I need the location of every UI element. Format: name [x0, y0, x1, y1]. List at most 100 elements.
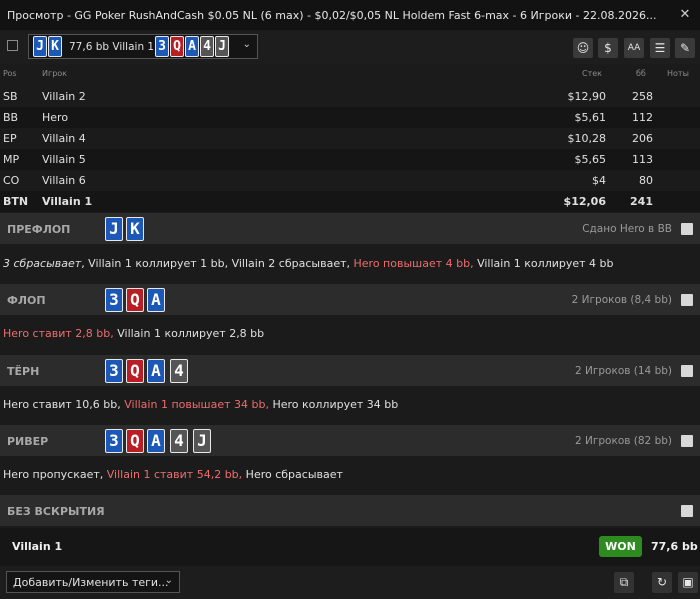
card: J — [105, 217, 123, 241]
street-river: РИВЕР 3 Q A 4 J 2 Игроков (82 bb) — [0, 425, 700, 456]
street-showdown: БЕЗ ВСКРЫТИЯ — [0, 495, 700, 526]
row-player: Villain 5 — [42, 153, 86, 166]
select-hand-checkbox[interactable] — [7, 40, 18, 51]
row-player: Villain 4 — [42, 132, 86, 145]
footer: Добавить/Изменить теги... ⌄ ⧉ ↻ ▣ — [0, 566, 700, 599]
street-turn: ТЁРН 3 Q A 4 2 Игроков (14 bb) — [0, 355, 700, 386]
header-stack: Стек — [582, 69, 602, 78]
title-bar: Просмотр - GG Poker RushAndCash $0.05 NL… — [0, 0, 700, 30]
card: A — [147, 288, 165, 312]
turn-actions: Hero ставит 10,6 bb, Villain 1 повышает … — [3, 398, 399, 411]
board-card-1: 3 — [155, 36, 169, 57]
list-icon[interactable]: ☰ — [650, 38, 670, 58]
row-pos: MP — [3, 153, 20, 166]
dollar-icon[interactable]: $ — [598, 38, 618, 58]
row-bb: 113 — [632, 153, 653, 166]
save-icon[interactable]: ▣ — [678, 572, 698, 593]
street-name: ФЛОП — [7, 294, 46, 307]
header-pos: Pos — [3, 69, 17, 78]
close-icon[interactable]: ✕ — [676, 6, 694, 24]
flop-actions: Hero ставит 2,8 bb, Villain 1 коллирует … — [3, 327, 265, 340]
player-icon[interactable]: ☺ — [573, 38, 593, 58]
preflop-actions: 3 сбрасывает, Villain 1 коллирует 1 bb, … — [3, 257, 614, 270]
board-card-5: J — [215, 36, 229, 57]
header-notes: Ноты — [667, 69, 689, 78]
card: Q — [126, 359, 144, 383]
row-player: Villain 2 — [42, 90, 86, 103]
copy-icon[interactable]: ⧉ — [614, 572, 634, 593]
hole-card-2: K — [48, 36, 62, 57]
card: J — [193, 429, 211, 453]
row-stack: $5,65 — [574, 153, 607, 166]
street-info: 2 Игроков (14 bb) — [575, 365, 672, 377]
row-stack: $4 — [592, 174, 606, 187]
result-row: Villain 1 WON 77,6 bb — [0, 528, 700, 566]
row-player: Hero — [42, 111, 69, 124]
street-preflop: ПРЕФЛОП J K Сдано Hero в BB — [0, 213, 700, 244]
row-stack: $12,90 — [567, 90, 607, 103]
hole-card-1: J — [33, 36, 47, 57]
table-row[interactable]: CO Villain 6 $4 80 — [0, 170, 700, 191]
toolbar: J K 77,6 bb Villain 1 3 Q A 4 J ⌄ ☺ $ AA… — [0, 30, 700, 64]
row-pos: BB — [3, 111, 19, 124]
card: 4 — [170, 359, 188, 383]
pencil-icon[interactable]: ✎ — [675, 38, 695, 58]
tags-select[interactable]: Добавить/Изменить теги... ⌄ — [6, 571, 180, 593]
player-select[interactable]: J K 77,6 bb Villain 1 3 Q A 4 J ⌄ — [28, 34, 258, 59]
table-row[interactable]: MP Villain 5 $5,65 113 — [0, 149, 700, 170]
street-name: ТЁРН — [7, 365, 40, 378]
card: K — [126, 217, 144, 241]
note-icon[interactable] — [681, 294, 693, 306]
row-player: Villain 6 — [42, 174, 86, 187]
street-info: 2 Игроков (82 bb) — [575, 435, 672, 447]
board-card-4: 4 — [200, 36, 214, 57]
row-player: Villain 1 — [42, 195, 93, 208]
river-actions: Hero пропускает, Villain 1 ставит 54,2 b… — [3, 468, 343, 481]
row-stack: $12,06 — [563, 195, 606, 208]
header-bb: бб — [636, 69, 646, 78]
street-flop: ФЛОП 3 Q A 2 Игроков (8,4 bb) — [0, 284, 700, 315]
row-bb: 241 — [630, 195, 653, 208]
note-icon[interactable] — [681, 505, 693, 517]
board-card-3: A — [185, 36, 199, 57]
row-bb: 80 — [639, 174, 653, 187]
player-select-text: 77,6 bb Villain 1 — [69, 41, 155, 53]
card: 3 — [105, 359, 123, 383]
table-row[interactable]: BTN Villain 1 $12,06 241 — [0, 191, 700, 212]
row-bb: 206 — [632, 132, 653, 145]
font-size-icon[interactable]: AA — [624, 38, 644, 58]
header-player: Игрок — [42, 69, 67, 78]
winner-name: Villain 1 — [12, 540, 63, 553]
card: A — [147, 429, 165, 453]
street-info: 2 Игроков (8,4 bb) — [571, 294, 672, 306]
table-row[interactable]: SB Villain 2 $12,90 258 — [0, 86, 700, 107]
board-card-2: Q — [170, 36, 184, 57]
card: 3 — [105, 429, 123, 453]
street-name: БЕЗ ВСКРЫТИЯ — [7, 505, 105, 518]
card: A — [147, 359, 165, 383]
note-icon[interactable] — [681, 223, 693, 235]
window-title: Просмотр - GG Poker RushAndCash $0.05 NL… — [7, 9, 657, 22]
won-amount: 77,6 bb — [651, 540, 698, 553]
replay-icon[interactable]: ↻ — [652, 572, 672, 593]
table-row[interactable]: BB Hero $5,61 112 — [0, 107, 700, 128]
row-stack: $10,28 — [567, 132, 607, 145]
note-icon[interactable] — [681, 435, 693, 447]
row-pos: BTN — [3, 195, 29, 208]
card: Q — [126, 288, 144, 312]
note-icon[interactable] — [681, 365, 693, 377]
street-info: Сдано Hero в BB — [582, 223, 672, 235]
street-name: РИВЕР — [7, 435, 49, 448]
row-bb: 258 — [632, 90, 653, 103]
chevron-down-icon: ⌄ — [242, 39, 251, 50]
row-pos: SB — [3, 90, 18, 103]
table-row[interactable]: EP Villain 4 $10,28 206 — [0, 128, 700, 149]
card: 4 — [170, 429, 188, 453]
card: Q — [126, 429, 144, 453]
row-bb: 112 — [632, 111, 653, 124]
card: 3 — [105, 288, 123, 312]
tags-select-label: Добавить/Изменить теги... — [13, 576, 169, 589]
row-pos: CO — [3, 174, 20, 187]
row-stack: $5,61 — [574, 111, 607, 124]
row-pos: EP — [3, 132, 17, 145]
